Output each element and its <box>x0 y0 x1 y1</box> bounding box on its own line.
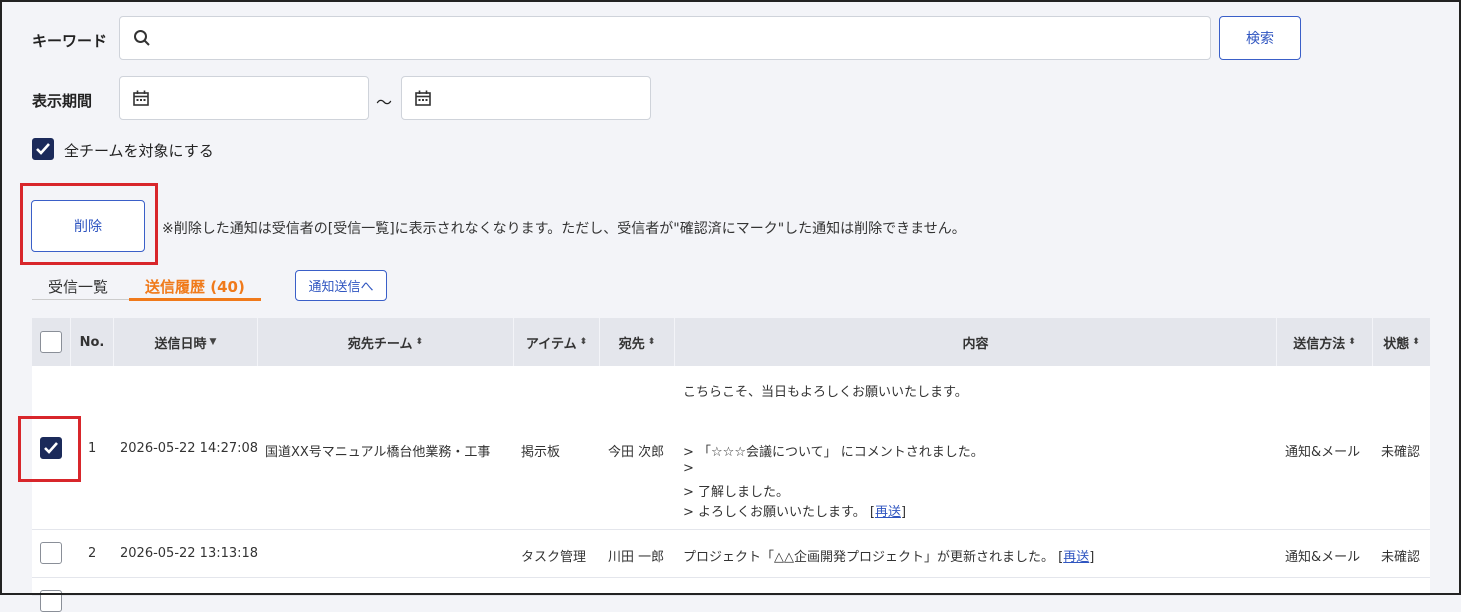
keyword-input[interactable] <box>119 16 1211 60</box>
calendar-icon <box>415 90 431 110</box>
resend-link[interactable]: 再送 <box>875 505 901 520</box>
select-all-cell <box>32 318 71 366</box>
table-row[interactable]: 1 2026-05-22 14:27:08 国道XX号マニュアル橋台他業務・工事… <box>32 366 1430 530</box>
header-recipient-label: 宛先 <box>618 336 645 352</box>
row-recipient: 今田 次郎 <box>608 445 665 460</box>
row-method: 通知&メール <box>1285 550 1361 565</box>
header-status-label: 状態 <box>1383 336 1410 352</box>
sort-icon: ⬍ <box>579 337 588 347</box>
all-teams-label: 全チームを対象にする <box>64 142 214 160</box>
row-team: 国道XX号マニュアル橋台他業務・工事 <box>265 445 491 460</box>
row-checkbox[interactable] <box>40 590 62 612</box>
period-from-input[interactable] <box>119 76 369 120</box>
tab-divider <box>32 299 129 300</box>
row-sent-at: 2026-05-22 14:27:08 <box>120 441 259 456</box>
table-header: No. 送信日時 ▼ 宛先チーム ⬍ アイテム ⬍ 宛先 ⬍ 内容 送信方法 ⬍ 状態 ⬍ <box>32 318 1430 366</box>
header-sent-at-label: 送信日時 <box>154 336 207 352</box>
all-teams-checkbox[interactable] <box>32 138 54 160</box>
header-content-label: 内容 <box>962 336 989 352</box>
row-item: 掲示板 <box>521 445 561 460</box>
header-item-label: アイテム <box>525 336 577 352</box>
header-team[interactable]: 宛先チーム ⬍ <box>258 318 514 366</box>
header-team-label: 宛先チーム <box>347 336 413 352</box>
resend-link[interactable]: 再送 <box>1063 550 1089 565</box>
row-status: 未確認 <box>1381 550 1421 565</box>
row-item: タスク管理 <box>521 550 587 565</box>
send-notice-button[interactable]: 通知送信へ <box>295 270 387 301</box>
row-content-line: > よろしくお願いいたします。 [再送] <box>683 505 907 520</box>
header-status[interactable]: 状態 ⬍ <box>1373 318 1430 366</box>
tab-active-underline <box>129 298 261 301</box>
header-recipient[interactable]: 宛先 ⬍ <box>600 318 675 366</box>
calendar-icon <box>133 90 149 110</box>
header-no: No. <box>71 318 114 366</box>
sort-desc-icon: ▼ <box>209 337 217 347</box>
select-all-checkbox[interactable] <box>40 331 62 353</box>
row-status: 未確認 <box>1381 445 1421 460</box>
tab-received[interactable]: 受信一覧 <box>48 276 108 297</box>
table-row[interactable]: 2 2026-05-22 13:13:18 タスク管理 川田 一郎 プロジェクト… <box>32 530 1430 578</box>
header-method-label: 送信方法 <box>1293 336 1346 352</box>
search-button[interactable]: 検索 <box>1219 16 1301 60</box>
row-sent-at: 2026-05-22 13:13:18 <box>120 546 259 561</box>
delete-note: ※削除した通知は受信者の[受信一覧]に表示されなくなります。ただし、受信者が"確… <box>162 221 966 237</box>
period-separator: 〜 <box>376 93 393 112</box>
keyword-label: キーワード <box>32 32 108 50</box>
search-icon <box>133 29 151 51</box>
sort-icon: ⬍ <box>415 337 424 347</box>
row-checkbox-highlight <box>18 416 81 482</box>
sort-icon: ⬍ <box>1412 337 1420 347</box>
row-content-text: > よろしくお願いいたします。 <box>683 505 866 520</box>
delete-button[interactable]: 削除 <box>31 200 145 252</box>
header-no-label: No. <box>79 334 105 350</box>
header-item[interactable]: アイテム ⬍ <box>514 318 600 366</box>
header-sent-at[interactable]: 送信日時 ▼ <box>114 318 258 366</box>
row-no: 2 <box>88 546 97 561</box>
table-row[interactable] <box>32 578 1430 612</box>
row-content-line: > 了解しました。 <box>683 485 790 500</box>
row-checkbox[interactable] <box>40 542 62 564</box>
row-content-line: プロジェクト「△△企画開発プロジェクト」が更新されました。 [再送] <box>683 550 1095 565</box>
row-content-line: > 「☆☆☆会議について」 にコメントされました。 <box>683 445 984 460</box>
sort-icon: ⬍ <box>647 337 656 347</box>
row-no: 1 <box>88 441 97 456</box>
row-content-text: プロジェクト「△△企画開発プロジェクト」が更新されました。 <box>683 550 1054 565</box>
header-content: 内容 <box>675 318 1277 366</box>
sort-icon: ⬍ <box>1348 337 1356 347</box>
row-recipient: 川田 一郎 <box>608 550 665 565</box>
row-content-line: こちらこそ、当日もよろしくお願いいたします。 <box>683 385 968 400</box>
header-method[interactable]: 送信方法 ⬍ <box>1277 318 1373 366</box>
period-to-input[interactable] <box>401 76 651 120</box>
row-content-line: > <box>683 461 694 476</box>
row-method: 通知&メール <box>1285 445 1361 460</box>
tab-sent-history[interactable]: 送信履歴 (40) <box>145 276 245 297</box>
period-label: 表示期間 <box>32 92 93 110</box>
